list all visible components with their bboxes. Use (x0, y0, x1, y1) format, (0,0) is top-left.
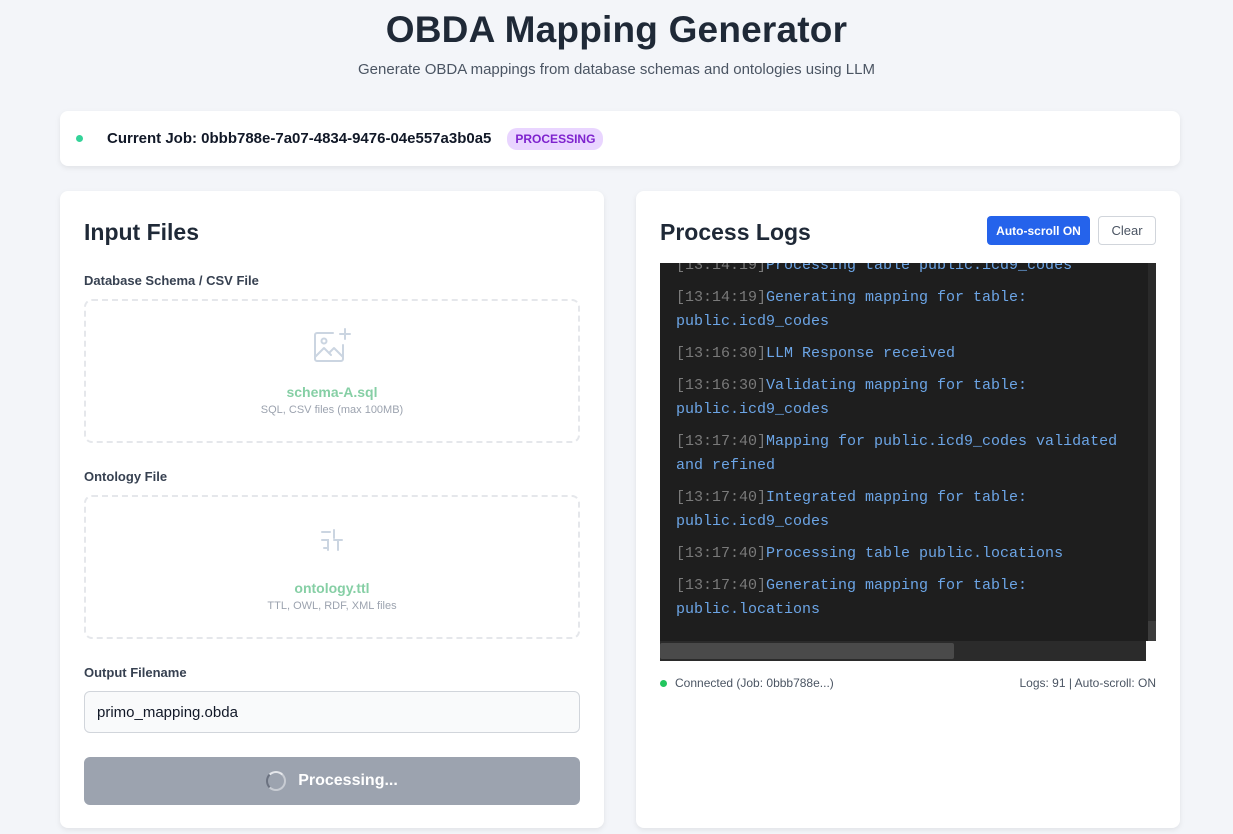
current-job-label: Current Job: 0bbb788e-7a07-4834-9476-04e… (107, 130, 492, 147)
log-line: [13:14:19]Processing table public.icd9_c… (676, 263, 1142, 278)
log-message: LLM Response received (766, 345, 956, 362)
log-line: [13:17:40]Mapping for public.icd9_codes … (676, 430, 1142, 478)
log-timestamp: [13:16:30] (676, 377, 767, 394)
submit-button-label: Processing... (298, 772, 398, 789)
log-horizontal-scrollbar[interactable] (660, 641, 1146, 661)
schema-hint: SQL, CSV files (max 100MB) (260, 404, 404, 416)
log-timestamp: [13:14:19] (676, 289, 767, 306)
schema-dropzone[interactable]: schema-A.sql SQL, CSV files (max 100MB) (84, 299, 580, 443)
auto-scroll-button[interactable]: Auto-scroll ON (987, 216, 1090, 245)
schema-field-label: Database Schema / CSV File (84, 273, 259, 288)
current-job-bar: Current Job: 0bbb788e-7a07-4834-9476-04e… (60, 111, 1180, 166)
image-plus-icon (311, 327, 353, 372)
output-field-label: Output Filename (84, 665, 187, 680)
log-message: Processing table public.locations (766, 545, 1064, 562)
log-timestamp: [13:17:40] (676, 433, 767, 450)
ontology-hint: TTL, OWL, RDF, XML files (267, 600, 397, 612)
log-message: Processing table public.icd9_codes (766, 263, 1073, 274)
ontology-dropzone[interactable]: ontology.ttl TTL, OWL, RDF, XML files (84, 495, 580, 639)
connection-status: Connected (Job: 0bbb788e...) (675, 676, 834, 690)
log-horizontal-scroll-thumb[interactable] (660, 643, 954, 659)
scrollbar-corner (1146, 641, 1156, 661)
page-title: OBDA Mapping Generator (385, 9, 848, 50)
log-line: [13:14:19]Generating mapping for table: … (676, 286, 1142, 334)
ontology-filename: ontology.ttl (294, 580, 370, 596)
log-line: [13:16:30]LLM Response received (676, 342, 1142, 366)
log-console[interactable]: [13:14:19]Processing table public.icd9_c… (660, 263, 1156, 661)
log-line: [13:16:30]Validating mapping for table: … (676, 374, 1142, 422)
log-timestamp: [13:14:19] (676, 263, 767, 274)
log-timestamp: [13:17:40] (676, 577, 767, 594)
log-list: [13:14:19]Processing table public.icd9_c… (676, 263, 1142, 630)
process-logs-title: Process Logs (660, 219, 811, 245)
log-line: [13:17:40]Processing table public.locati… (676, 542, 1142, 566)
job-status-dot (76, 135, 83, 142)
process-logs-panel: Process Logs Auto-scroll ON Clear [13:14… (636, 191, 1180, 828)
log-timestamp: [13:16:30] (676, 345, 767, 362)
page-subtitle: Generate OBDA mappings from database sch… (358, 61, 875, 78)
ontology-field-label: Ontology File (84, 469, 168, 484)
schema-filename: schema-A.sql (286, 384, 378, 400)
output-filename-input[interactable] (84, 691, 580, 733)
logs-summary: Logs: 91 | Auto-scroll: ON (1019, 676, 1156, 690)
merge-icon (319, 527, 345, 558)
page-header: OBDA Mapping Generator Generate OBDA map… (0, 0, 1233, 78)
log-line: [13:17:40]Integrated mapping for table: … (676, 486, 1142, 534)
log-timestamp: [13:17:40] (676, 545, 767, 562)
input-files-title: Input Files (84, 219, 199, 245)
submit-button[interactable]: Processing... (84, 757, 580, 805)
connection-status-dot (660, 680, 667, 687)
clear-logs-button[interactable]: Clear (1098, 216, 1156, 245)
status-badge: PROCESSING (507, 127, 604, 150)
loading-spinner-icon (266, 771, 287, 791)
log-vertical-scrollbar[interactable] (1148, 263, 1156, 661)
log-timestamp: [13:17:40] (676, 489, 767, 506)
input-files-panel: Input Files Database Schema / CSV File s… (60, 191, 604, 828)
log-line: [13:17:40]Generating mapping for table: … (676, 574, 1142, 622)
